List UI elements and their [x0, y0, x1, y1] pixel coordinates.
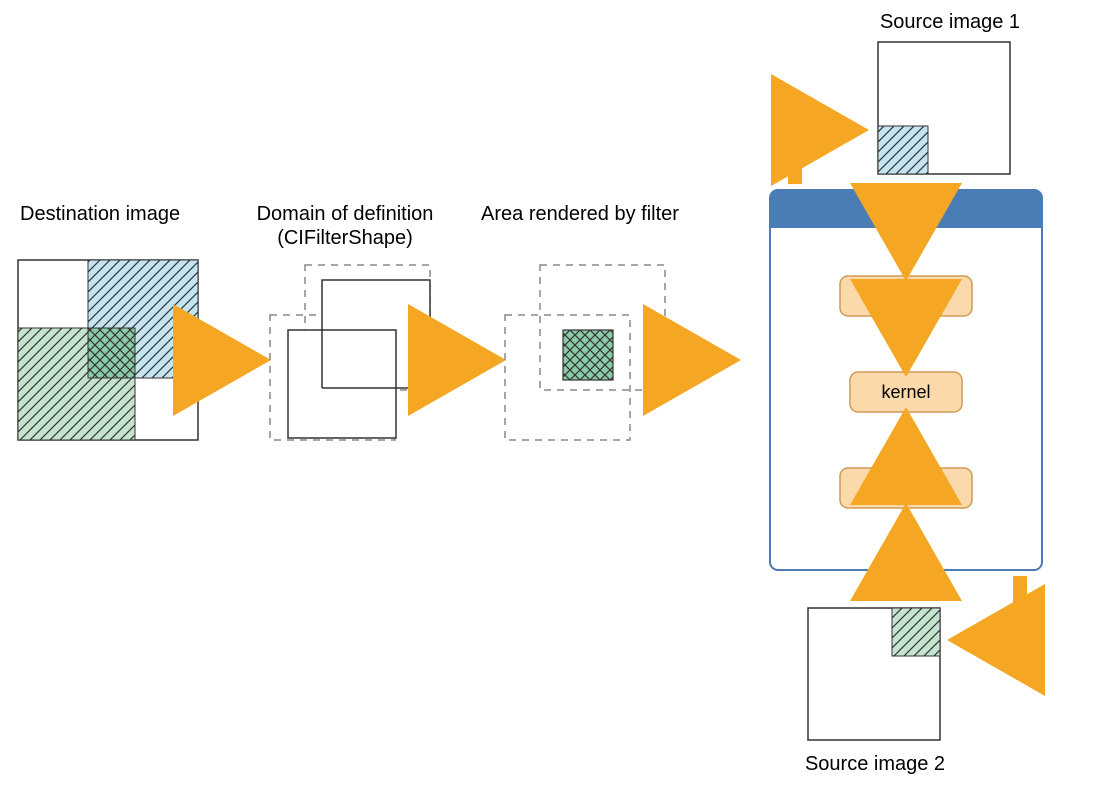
destination-image-diagram: [18, 260, 198, 440]
arrow-filter-to-source1: [795, 130, 848, 184]
source-image-2-label: Source image 2: [805, 753, 945, 775]
destination-image-label: Destination image: [20, 203, 180, 225]
area-rendered-diagram: [505, 265, 665, 440]
cisampler-bottom-label: CISampler: [863, 478, 948, 498]
domain-of-definition-diagram: [270, 265, 430, 440]
arrow-filter-to-source2: [968, 576, 1020, 640]
domain-of-definition-label-line2: (CIFilterShape): [277, 227, 413, 249]
source-image-1-diagram: [878, 42, 1010, 174]
kernel-label: kernel: [881, 382, 930, 402]
area-rendered-label: Area rendered by filter: [481, 203, 679, 225]
source-image-1-label: Source image 1: [880, 11, 1020, 33]
cifilter-panel: CIFilter CISampler kernel CISampler: [770, 190, 1042, 570]
domain-of-definition-label-line1: Domain of definition: [257, 203, 434, 225]
cifilter-title: CIFilter: [872, 199, 941, 221]
source-image-2-diagram: [808, 608, 940, 740]
cisampler-top-label: CISampler: [863, 286, 948, 306]
